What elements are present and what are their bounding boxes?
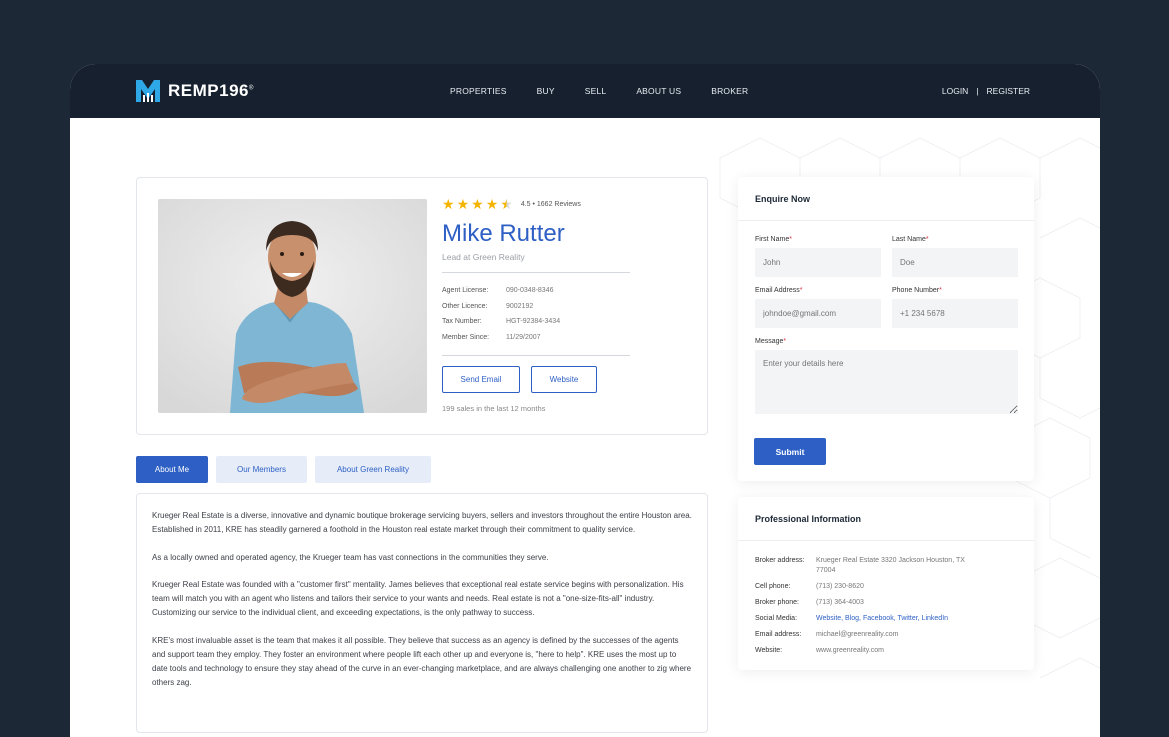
divider <box>442 272 630 273</box>
about-paragraph: As a locally owned and operated agency, … <box>152 552 549 562</box>
broker-address-value: Krueger Real Estate 3320 Jackson Houston… <box>816 557 965 574</box>
send-email-button[interactable]: Send Email <box>442 366 520 393</box>
star-icon: ★ <box>485 196 499 212</box>
submit-button[interactable]: Submit <box>754 438 826 465</box>
agent-photo <box>158 199 427 413</box>
detail-row: Other Licence: 9002192 <box>442 299 632 315</box>
agent-role: Lead at Green Reality <box>442 252 525 262</box>
agent-actions: Send Email Website <box>442 366 632 393</box>
last-name-field[interactable] <box>892 248 1018 277</box>
login-link[interactable]: LOGIN <box>942 86 968 96</box>
message-label: Message* <box>755 338 787 345</box>
first-name-label: First Name* <box>755 236 792 243</box>
nav-link-about-us[interactable]: ABOUT US <box>636 86 681 96</box>
nav-link-sell[interactable]: SELL <box>585 86 607 96</box>
professional-info-list: Broker address: Krueger Real Estate 3320… <box>755 556 1020 662</box>
email-field[interactable] <box>755 299 881 328</box>
info-label: Email address: <box>755 631 802 638</box>
info-label: Broker address: <box>755 557 805 564</box>
enquire-title: Enquire Now <box>738 177 1034 221</box>
about-paragraph: Krueger Real Estate was founded with a "… <box>152 580 684 617</box>
about-paragraph: KRE's most invaluable asset is the team … <box>152 635 692 687</box>
cell-phone-value[interactable]: (713) 230-8620 <box>816 582 966 592</box>
info-row: Social Media: Website, Blog, Facebook, T… <box>755 614 1020 624</box>
auth-links: LOGIN | REGISTER <box>942 86 1030 96</box>
divider <box>442 355 630 356</box>
agent-name: Mike Rutter <box>442 220 565 247</box>
detail-label: Other Licence: <box>442 302 488 310</box>
main-menu: PROPERTIES BUY SELL ABOUT US BROKER <box>450 86 778 96</box>
sales-summary: 199 sales in the last 12 months <box>442 404 546 413</box>
tab-about-me[interactable]: About Me <box>136 456 208 483</box>
detail-label: Member Since: <box>442 333 490 341</box>
agent-info: ★ ★ ★ ★ ★ 4.5 • 1662 Reviews Mike Rutter… <box>442 197 632 413</box>
tab-about-green-reality[interactable]: About Green Reality <box>315 456 431 483</box>
email-label: Email Address* <box>755 287 803 294</box>
info-label: Broker phone: <box>755 599 799 606</box>
detail-value: 090-0348-8346 <box>506 287 554 295</box>
brand-logo[interactable]: REMP196® <box>136 80 254 102</box>
email-address-link[interactable]: michael@greenreality.com <box>816 630 966 640</box>
professional-info-title: Professional Information <box>738 497 1034 541</box>
info-label: Social Media: <box>755 615 798 622</box>
info-row: Broker phone: (713) 364-4003 <box>755 598 1020 608</box>
logo-mark-icon <box>136 80 160 102</box>
info-label: Cell phone: <box>755 583 791 590</box>
first-name-field[interactable] <box>755 248 881 277</box>
info-row: Broker address: Krueger Real Estate 3320… <box>755 556 1020 576</box>
detail-row: Tax Number: HGT-92384-3434 <box>442 314 632 330</box>
nav-link-broker[interactable]: BROKER <box>711 86 748 96</box>
detail-label: Agent License: <box>442 287 489 295</box>
nav-link-properties[interactable]: PROPERTIES <box>450 86 507 96</box>
nav-link-buy[interactable]: BUY <box>537 86 555 96</box>
professional-info-card: Professional Information Broker address:… <box>738 497 1034 670</box>
register-link[interactable]: REGISTER <box>987 86 1030 96</box>
detail-value: 11/29/2007 <box>506 333 541 341</box>
enquire-form: First Name* Last Name* Email Address* Ph… <box>755 236 1018 419</box>
brand-name: REMP196® <box>168 81 254 100</box>
about-paragraph: Krueger Real Estate is a diverse, innova… <box>152 511 692 534</box>
agent-profile-card: ★ ★ ★ ★ ★ 4.5 • 1662 Reviews Mike Rutter… <box>136 177 708 435</box>
auth-separator: | <box>976 86 979 96</box>
social-media-links[interactable]: Website, Blog, Facebook, Twitter, Linked… <box>816 614 966 624</box>
info-label: Website: <box>755 647 783 654</box>
detail-label: Tax Number: <box>442 318 482 326</box>
rating-text[interactable]: 4.5 • 1662 Reviews <box>521 201 581 208</box>
about-panel: Krueger Real Estate is a diverse, innova… <box>136 493 708 733</box>
rating-stars: ★ ★ ★ ★ ★ 4.5 • 1662 Reviews <box>442 197 632 211</box>
phone-label: Phone Number* <box>892 287 942 294</box>
detail-value: HGT-92384-3434 <box>506 318 561 326</box>
info-row: Website: www.greenreality.com <box>755 646 1020 656</box>
phone-field[interactable] <box>892 299 1018 328</box>
detail-row: Member Since: 11/29/2007 <box>442 330 632 346</box>
top-navbar: REMP196® PROPERTIES BUY SELL ABOUT US BR… <box>70 64 1100 118</box>
agent-details: Agent License: 090-0348-8346 Other Licen… <box>442 283 632 345</box>
info-row: Cell phone: (713) 230-8620 <box>755 582 1020 592</box>
broker-phone-value[interactable]: (713) 364-4003 <box>816 598 966 608</box>
tab-our-members[interactable]: Our Members <box>216 456 307 483</box>
agent-portrait-image <box>158 199 427 413</box>
star-icon: ★ <box>471 196 484 212</box>
info-row: Email address: michael@greenreality.com <box>755 630 1020 640</box>
profile-tabs: About Me Our Members About Green Reality <box>136 456 439 483</box>
message-field[interactable] <box>755 350 1018 414</box>
detail-value: 9002192 <box>506 302 534 310</box>
website-button[interactable]: Website <box>531 366 597 393</box>
star-icon: ★ <box>442 196 455 212</box>
detail-row: Agent License: 090-0348-8346 <box>442 283 632 299</box>
last-name-label: Last Name* <box>892 236 929 243</box>
star-half-icon: ★ <box>500 196 513 212</box>
enquire-card: Enquire Now First Name* Last Name* Email… <box>738 177 1034 481</box>
website-link[interactable]: www.greenreality.com <box>816 646 966 656</box>
star-icon: ★ <box>456 196 470 212</box>
app-frame: REMP196® PROPERTIES BUY SELL ABOUT US BR… <box>70 64 1100 737</box>
